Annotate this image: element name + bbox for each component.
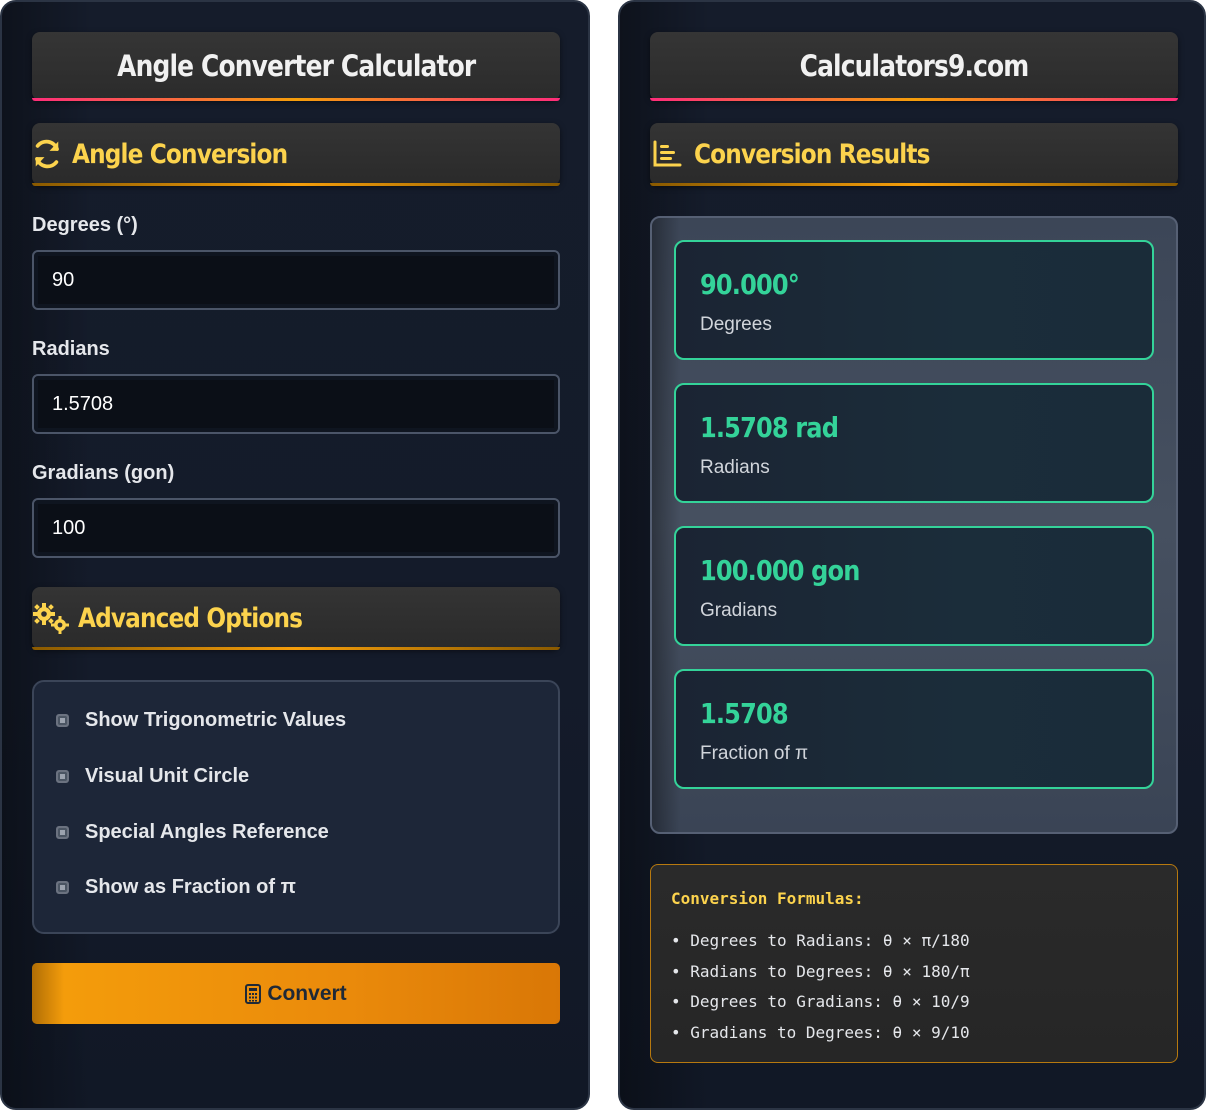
trig-values-checkbox[interactable] xyxy=(56,714,69,727)
special-angles-checkbox[interactable] xyxy=(56,826,69,839)
bar-chart-icon xyxy=(650,137,688,171)
sync-icon xyxy=(32,137,66,171)
convert-button-label: Convert xyxy=(267,981,347,1005)
results-panel: Calculators9.com Conversion Results 90.0… xyxy=(618,0,1206,1110)
result-card-fraction-pi: 1.5708 Fraction of π xyxy=(674,669,1154,789)
calculator-icon xyxy=(245,983,262,1004)
result-value: 100.000 gon xyxy=(700,554,860,587)
section-title-advanced: Advanced Options xyxy=(78,602,303,634)
gears-icon xyxy=(32,601,72,635)
formula-item: Gradians to Degrees: θ × 9/10 xyxy=(671,1018,1157,1049)
result-card-degrees: 90.000° Degrees xyxy=(674,240,1154,360)
option-label: Show as Fraction of π xyxy=(85,876,296,898)
site-title: Calculators9.com xyxy=(799,49,1030,83)
degrees-label: Degrees (°) xyxy=(32,214,138,236)
radians-input[interactable] xyxy=(32,374,560,434)
option-unit-circle[interactable]: Visual Unit Circle xyxy=(56,765,249,788)
page-title: Angle Converter Calculator xyxy=(116,49,476,83)
convert-button[interactable]: Convert xyxy=(32,963,560,1024)
result-card-radians: 1.5708 rad Radians xyxy=(674,383,1154,503)
advanced-options-header: Advanced Options xyxy=(32,587,560,650)
formula-item: Degrees to Radians: θ × π/180 xyxy=(671,926,1157,957)
site-title-box: Calculators9.com xyxy=(650,32,1178,101)
results-container: 90.000° Degrees 1.5708 rad Radians 100.0… xyxy=(650,216,1178,834)
options-list: Show Trigonometric Values Visual Unit Ci… xyxy=(32,680,560,934)
gradians-input[interactable] xyxy=(32,498,560,558)
section-title-results: Conversion Results xyxy=(694,138,930,170)
converter-panel: Angle Converter Calculator Angle Convers… xyxy=(0,0,590,1110)
formulas-box: Conversion Formulas: Degrees to Radians:… xyxy=(650,864,1178,1063)
result-label: Radians xyxy=(700,457,770,478)
formula-list: Degrees to Radians: θ × π/180 Radians to… xyxy=(671,926,1157,1048)
option-label: Show Trigonometric Values xyxy=(85,709,347,731)
gradians-label: Gradians (gon) xyxy=(32,462,175,484)
option-trig-values[interactable]: Show Trigonometric Values xyxy=(56,709,346,732)
option-label: Special Angles Reference xyxy=(85,821,329,843)
formulas-title: Conversion Formulas: xyxy=(671,889,864,908)
angle-conversion-header: Angle Conversion xyxy=(32,123,560,186)
fraction-pi-checkbox[interactable] xyxy=(56,881,69,894)
result-value: 1.5708 rad xyxy=(700,411,839,444)
radians-label: Radians xyxy=(32,338,110,360)
section-title-conversion: Angle Conversion xyxy=(72,138,288,170)
option-special-angles[interactable]: Special Angles Reference xyxy=(56,821,329,844)
formula-item: Radians to Degrees: θ × 180/π xyxy=(671,957,1157,988)
result-value: 1.5708 xyxy=(700,697,789,730)
degrees-input[interactable] xyxy=(32,250,560,310)
conversion-results-header: Conversion Results xyxy=(650,123,1178,186)
result-label: Degrees xyxy=(700,314,772,335)
option-label: Visual Unit Circle xyxy=(85,765,250,787)
formula-item: Degrees to Gradians: θ × 10/9 xyxy=(671,987,1157,1018)
result-card-gradians: 100.000 gon Gradians xyxy=(674,526,1154,646)
result-label: Fraction of π xyxy=(700,743,809,764)
unit-circle-checkbox[interactable] xyxy=(56,770,69,783)
result-label: Gradians xyxy=(700,600,778,621)
result-value: 90.000° xyxy=(700,268,800,301)
option-fraction-pi[interactable]: Show as Fraction of π xyxy=(56,876,296,899)
calculator-title-box: Angle Converter Calculator xyxy=(32,32,560,101)
